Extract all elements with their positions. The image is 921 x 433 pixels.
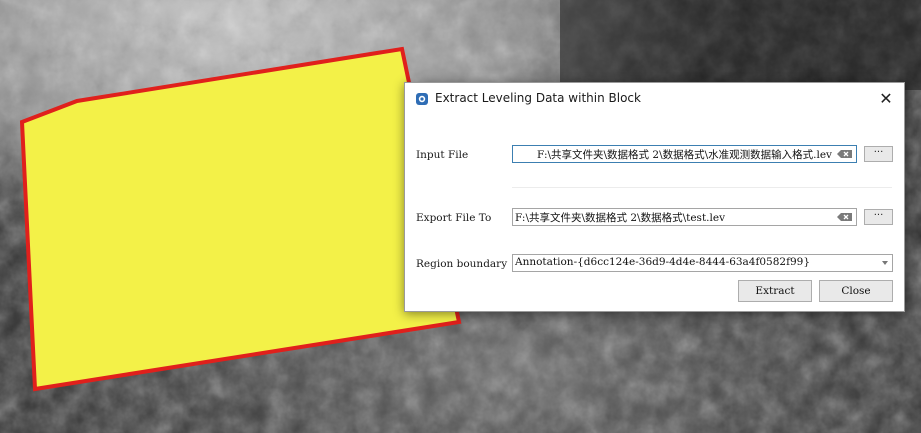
region-boundary-value: Annotation-{d6cc124e-36d9-4d4e-8444-63a4…	[515, 256, 811, 268]
close-button[interactable]: Close	[819, 280, 893, 302]
extract-button[interactable]: Extract	[738, 280, 812, 302]
export-file-value: F:\共享文件夹\数据格式 2\数据格式\test.lev	[515, 212, 725, 224]
export-file-label: Export File To	[416, 212, 492, 224]
export-file-field[interactable]: F:\共享文件夹\数据格式 2\数据格式\test.lev	[512, 208, 857, 226]
input-file-browse-button[interactable]: ···	[864, 146, 893, 162]
clear-export-icon[interactable]	[837, 212, 853, 222]
dialog-titlebar[interactable]: Extract Leveling Data within Block ✕	[405, 83, 904, 115]
region-boundary-label: Region boundary	[416, 258, 508, 270]
region-boundary-select[interactable]: Annotation-{d6cc124e-36d9-4d4e-8444-63a4…	[512, 254, 893, 272]
dialog-title: Extract Leveling Data within Block	[435, 91, 641, 105]
input-file-label: Input File	[416, 149, 469, 161]
input-file-value: F:\共享文件夹\数据格式 2\数据格式\水准观测数据输入格式.lev	[537, 149, 832, 161]
input-file-field[interactable]: F:\共享文件夹\数据格式 2\数据格式\水准观测数据输入格式.lev	[512, 145, 857, 163]
clear-input-icon[interactable]	[837, 149, 853, 159]
extract-leveling-dialog: Extract Leveling Data within Block ✕ Inp…	[404, 82, 905, 312]
chevron-down-icon[interactable]	[882, 261, 888, 265]
export-file-browse-button[interactable]: ···	[864, 209, 893, 225]
close-icon[interactable]: ✕	[874, 87, 898, 111]
divider	[512, 187, 892, 188]
app-icon	[416, 93, 428, 105]
